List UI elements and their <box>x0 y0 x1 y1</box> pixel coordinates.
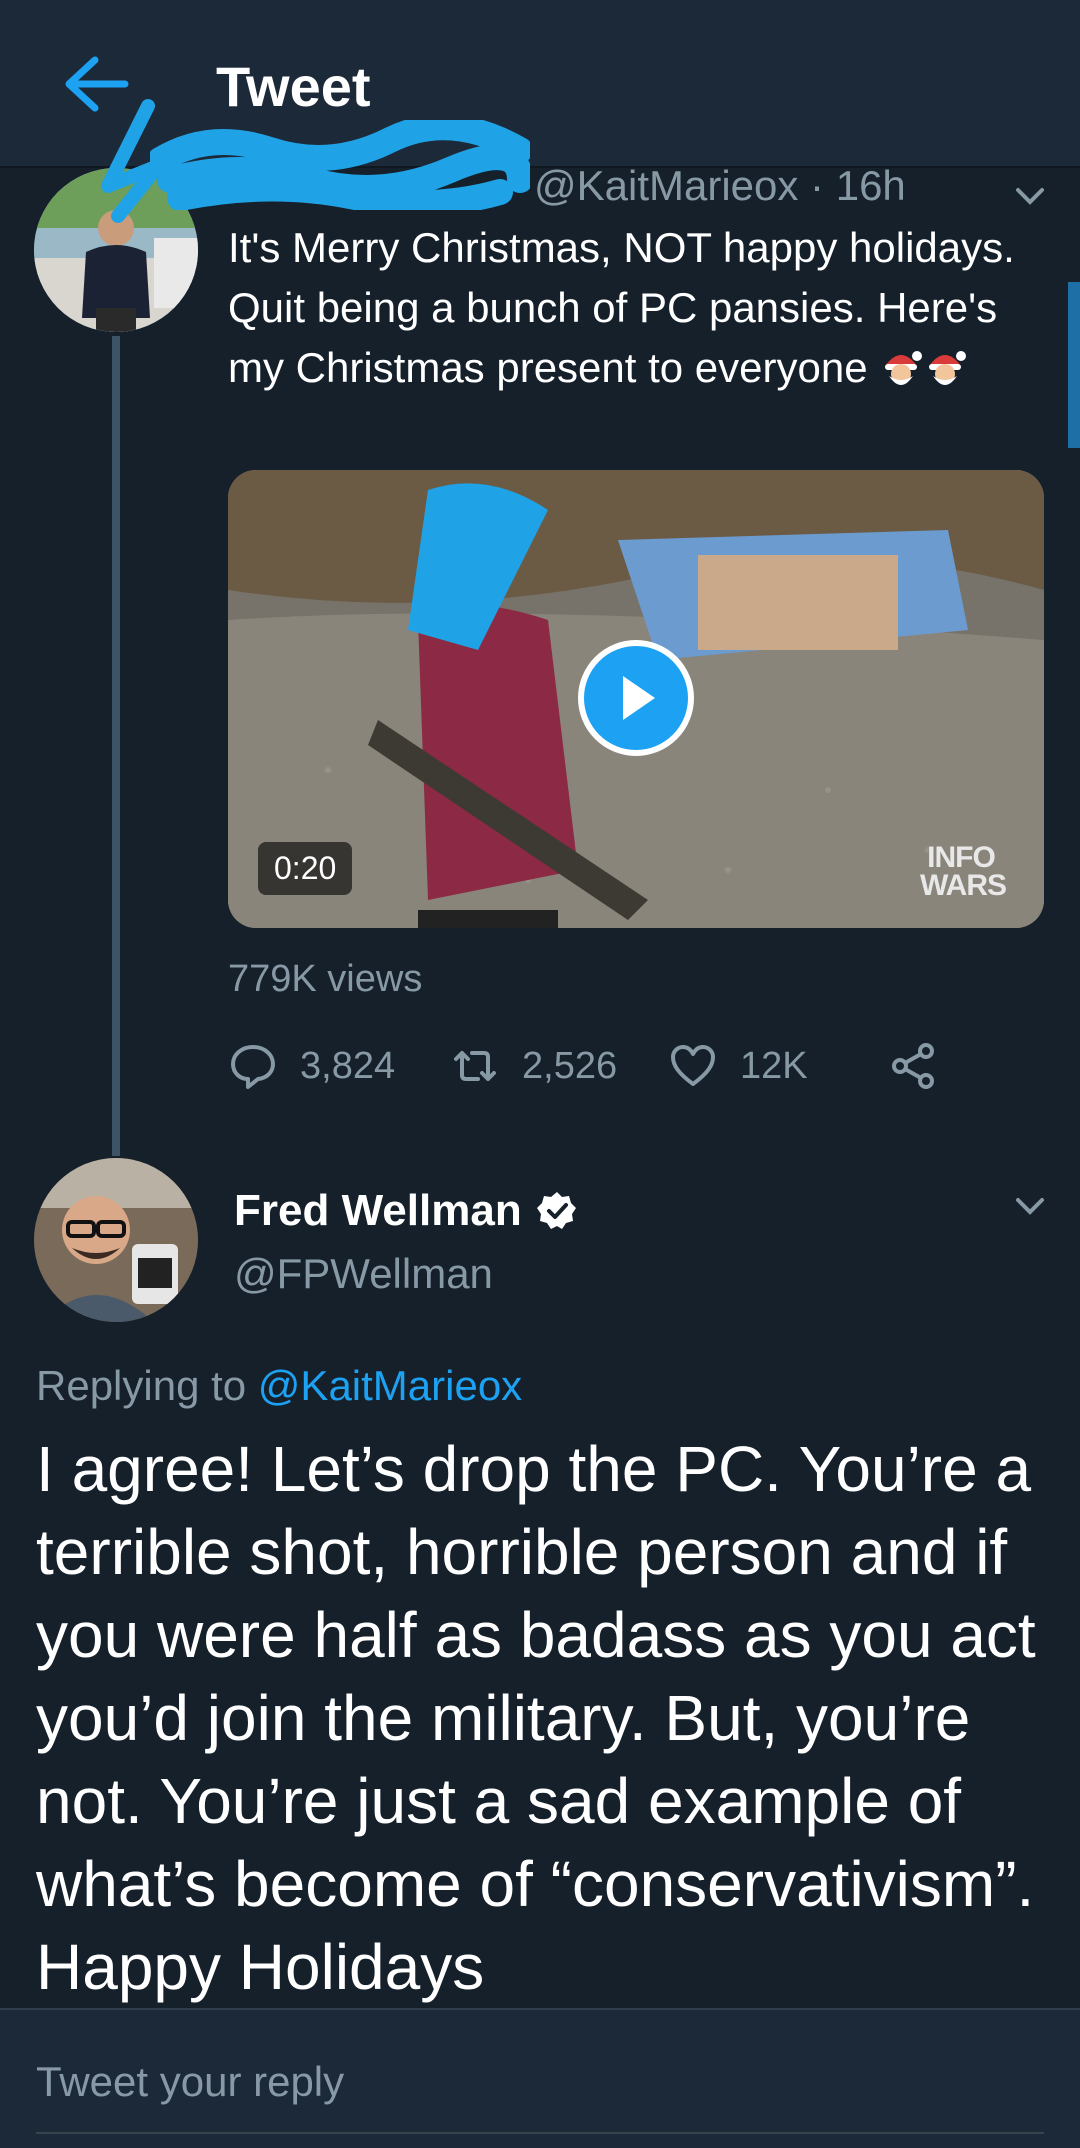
reply-icon <box>231 1045 275 1089</box>
santa-emoji-icon <box>885 351 923 385</box>
watermark-line1: INFO <box>927 841 996 874</box>
tweet-text: It's Merry Christmas, NOT happy holidays… <box>228 218 1048 398</box>
like-button[interactable]: 12K <box>668 1036 808 1096</box>
author-handle: @FPWellman <box>234 1250 493 1297</box>
replying-to-prefix: Replying to <box>36 1362 247 1409</box>
verified-badge-icon <box>536 1192 576 1229</box>
santa-emoji-icon <box>929 351 967 385</box>
play-icon <box>623 676 655 720</box>
like-count: 12K <box>740 1044 808 1087</box>
divider <box>36 2132 1044 2134</box>
page-title: Tweet <box>216 55 371 118</box>
reply-button[interactable]: 3,824 <box>228 1036 395 1096</box>
video-player[interactable]: 0:20 INFO WARS <box>228 470 1044 928</box>
video-duration: 0:20 <box>258 842 353 895</box>
thread-line <box>112 336 120 1156</box>
retweet-icon <box>454 1051 496 1081</box>
chevron-down-icon[interactable] <box>1010 176 1050 216</box>
redaction-scribble <box>101 99 165 223</box>
retweet-button[interactable]: 2,526 <box>450 1036 617 1096</box>
reply-composer: Tweet your reply <box>0 2008 1080 2148</box>
retweet-count: 2,526 <box>522 1044 618 1087</box>
mention-link[interactable]: @KaitMarieox <box>258 1362 522 1409</box>
tweet-actions: 3,824 2,526 12K <box>228 1036 988 1096</box>
share-button[interactable] <box>888 1036 960 1096</box>
reply-count: 3,824 <box>300 1044 396 1087</box>
author-name[interactable]: Fred Wellman <box>234 1186 578 1236</box>
author-name-text: Fred Wellman <box>234 1186 522 1235</box>
heart-icon <box>671 1045 715 1086</box>
share-icon <box>892 1043 934 1089</box>
watermark-line2: WARS <box>920 869 1007 902</box>
view-count: 779K views <box>228 958 423 1000</box>
play-button[interactable] <box>578 640 694 756</box>
replying-to: Replying to @KaitMarieox <box>36 1362 522 1410</box>
scroll-indicator <box>1068 282 1080 448</box>
tweet-handle-time: @KaitMarieox · 16h <box>534 162 906 209</box>
redaction-scribble <box>150 120 530 210</box>
watermark: INFO WARS <box>920 841 1007 902</box>
avatar[interactable] <box>34 1158 198 1322</box>
reply-input[interactable]: Tweet your reply <box>36 2058 344 2106</box>
chevron-down-icon[interactable] <box>1010 1186 1050 1226</box>
reply-tweet-text: I agree! Let’s drop the PC. You’re a ter… <box>36 1433 1036 2003</box>
